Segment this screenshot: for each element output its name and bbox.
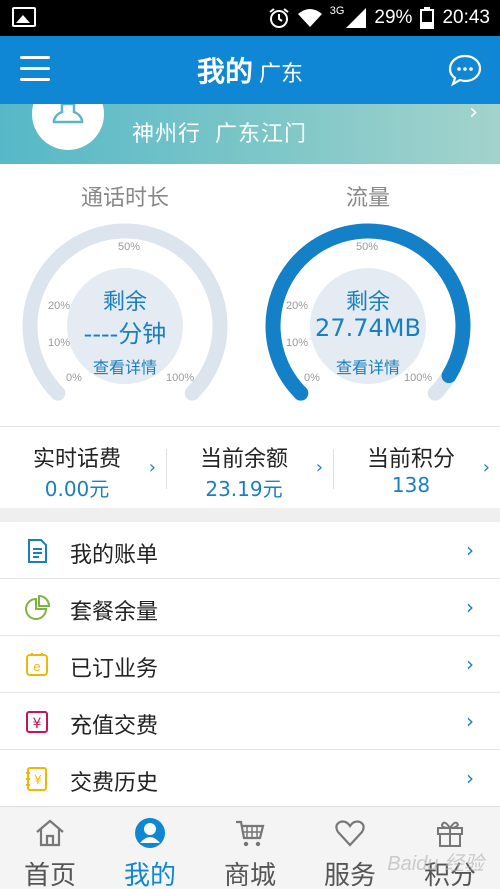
recharge-icon: ¥ xyxy=(26,711,48,733)
account-stats: 实时话费 0.00元 › 当前余额 23.19元 › 当前积分 138 › xyxy=(0,426,500,508)
brand-name: 神州行 xyxy=(132,122,202,147)
nav-label: 我的 xyxy=(123,861,176,889)
stat-value: 23.19元 xyxy=(205,477,283,501)
nav-label: 首页 xyxy=(23,861,76,889)
chevron-right-icon: › xyxy=(148,457,156,478)
view-details-link[interactable]: 查看详情 xyxy=(0,354,250,378)
message-icon[interactable] xyxy=(448,53,482,87)
tick-label: 50% xyxy=(118,241,141,253)
user-icon xyxy=(135,818,165,848)
view-details-link[interactable]: 查看详情 xyxy=(243,354,493,378)
status-bar: 3G 29% 20:43 xyxy=(0,0,500,36)
stat-label: 当前余额 xyxy=(199,447,288,472)
battery-icon xyxy=(420,7,435,29)
svg-text:e: e xyxy=(33,659,40,674)
region-selector[interactable]: 广东 xyxy=(259,62,303,87)
gift-icon xyxy=(437,821,463,847)
svg-text:¥: ¥ xyxy=(34,773,42,787)
bill-icon xyxy=(28,539,47,563)
nav-label: 商城 xyxy=(223,861,276,889)
remaining-minutes: ----分钟 xyxy=(83,320,167,348)
page-title-text: 我的 xyxy=(196,55,253,88)
list-item-label: 套餐余量 xyxy=(70,600,159,625)
chevron-right-icon: › xyxy=(466,538,474,562)
network-type: 3G xyxy=(329,5,345,17)
page-title: 我的 广东 xyxy=(0,50,500,90)
current-balance-stat[interactable]: 当前余额 23.19元 › xyxy=(167,427,333,509)
tick-label: 50% xyxy=(356,241,379,253)
list-item-payment-history[interactable]: ¥ 交费历史 › xyxy=(0,750,500,807)
nav-tab-service[interactable]: 服务 xyxy=(300,807,400,889)
nav-label: 服务 xyxy=(323,861,376,889)
service-menu: 我的账单 › 套餐余量 › e 已订业务 › ¥ 充值交费 › ¥ 交费历史 › xyxy=(0,522,500,807)
data-usage-gauge[interactable]: 流量 50% 20% 10% 0% 100% 剩余 27.74MB 查看详情 xyxy=(243,164,493,426)
pie-chart-icon xyxy=(25,595,50,620)
usage-gauges: 通话时长 50% 20% 10% 0% 100% 剩余 ----分钟 查看详情 … xyxy=(0,164,500,426)
wifi-icon xyxy=(297,9,322,27)
list-item-label: 已订业务 xyxy=(70,657,159,682)
list-item-label: 充值交费 xyxy=(70,714,159,739)
chevron-right-icon[interactable]: › xyxy=(469,104,478,125)
stat-label: 当前积分 xyxy=(366,447,455,472)
account-location: 广东江门 xyxy=(215,122,308,147)
bottom-navigation: 首页 我的 商城 服务 积分 Baidu 经验 xyxy=(0,806,500,889)
gallery-notification-icon xyxy=(12,7,36,27)
nav-tab-home[interactable]: 首页 xyxy=(0,807,100,889)
list-item-recharge[interactable]: ¥ 充值交费 › xyxy=(0,693,500,750)
chevron-right-icon: › xyxy=(315,457,323,478)
list-item-plan-balance[interactable]: 套餐余量 › xyxy=(0,579,500,636)
list-item-subscribed-services[interactable]: e 已订业务 › xyxy=(0,636,500,693)
nav-tab-mine[interactable]: 我的 xyxy=(100,807,200,889)
chevron-right-icon: › xyxy=(482,457,490,478)
realtime-charge-stat[interactable]: 实时话费 0.00元 › xyxy=(0,427,166,509)
remaining-data: 27.74MB xyxy=(315,314,421,342)
alarm-icon xyxy=(269,8,289,28)
chevron-right-icon: › xyxy=(466,595,474,619)
remaining-label: 剩余 xyxy=(102,290,147,315)
current-points-stat[interactable]: 当前积分 138 › xyxy=(334,427,500,509)
user-avatar-icon xyxy=(52,104,84,124)
home-icon xyxy=(36,819,64,847)
account-info: 神州行 广东江门 xyxy=(132,116,307,148)
list-item-my-bill[interactable]: 我的账单 › xyxy=(0,522,500,579)
chevron-right-icon: › xyxy=(466,709,474,733)
svg-text:¥: ¥ xyxy=(33,716,42,732)
cart-icon xyxy=(236,820,265,847)
call-time-gauge[interactable]: 通话时长 50% 20% 10% 0% 100% 剩余 ----分钟 查看详情 xyxy=(0,164,250,426)
nav-tab-store[interactable]: 商城 xyxy=(200,807,300,889)
baidu-watermark: Baidu 经验 xyxy=(387,853,484,875)
profile-banner[interactable]: 神州行 广东江门 › xyxy=(0,104,500,164)
stat-label: 实时话费 xyxy=(32,447,121,472)
subscribed-service-icon: e xyxy=(26,653,48,676)
list-item-label: 我的账单 xyxy=(70,543,159,568)
signal-icon xyxy=(346,8,367,28)
stat-value: 138 xyxy=(391,473,431,497)
payment-history-icon: ¥ xyxy=(26,767,47,791)
app-header: 我的 广东 xyxy=(0,36,500,104)
chevron-right-icon: › xyxy=(466,766,474,790)
clock: 20:43 xyxy=(442,7,490,28)
heart-icon xyxy=(335,820,365,847)
remaining-label: 剩余 xyxy=(345,290,390,315)
stat-value: 0.00元 xyxy=(44,477,110,501)
battery-percent: 29% xyxy=(374,7,413,28)
list-item-label: 交费历史 xyxy=(70,771,159,796)
avatar[interactable] xyxy=(32,104,104,150)
chevron-right-icon: › xyxy=(466,652,474,676)
